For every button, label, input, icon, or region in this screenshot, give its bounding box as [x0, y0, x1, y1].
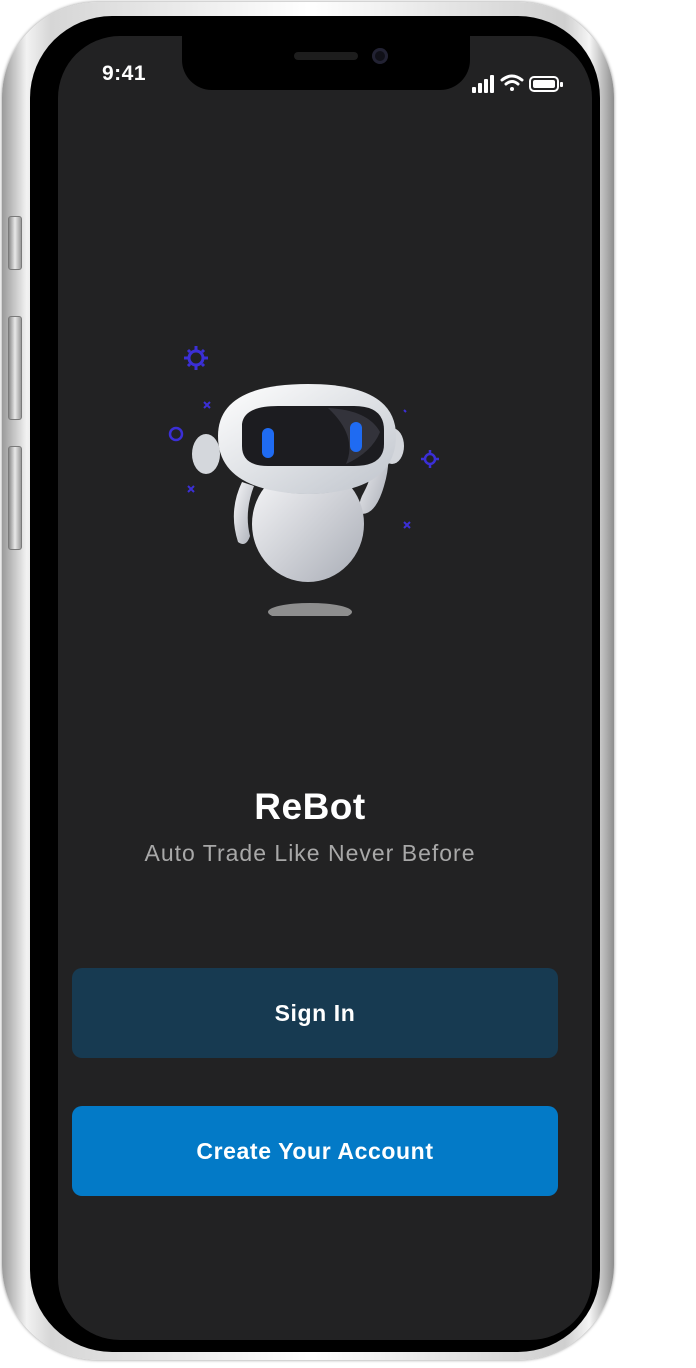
sign-in-button[interactable]: Sign In [72, 968, 558, 1058]
robot-illustration [168, 346, 439, 616]
gear-icon [421, 450, 439, 468]
ring-icon [168, 426, 184, 442]
volume-up-button [8, 316, 22, 420]
wifi-icon [500, 74, 524, 91]
battery-icon [529, 76, 563, 92]
create-account-button-label: Create Your Account [196, 1137, 434, 1164]
camera-icon [372, 48, 388, 64]
earpiece-speaker [294, 52, 358, 60]
robot-head [192, 384, 404, 494]
app-title: ReBot [254, 786, 366, 827]
cellular-signal-icon [472, 75, 494, 93]
volume-down-button [8, 446, 22, 550]
app-screen: 9:41 ReBot Auto Trade Like Never Before … [58, 36, 592, 1340]
status-time: 9:41 [102, 62, 147, 85]
mute-switch [8, 216, 22, 270]
app-tagline: Auto Trade Like Never Before [144, 840, 476, 866]
robot-arm-left [233, 482, 254, 544]
robot-eye-right [350, 422, 362, 452]
gear-icon [184, 346, 208, 370]
robot-shadow [268, 603, 352, 616]
sign-in-button-label: Sign In [274, 999, 356, 1026]
notch [182, 36, 470, 90]
status-icons [472, 74, 563, 93]
create-account-button[interactable]: Create Your Account [72, 1106, 558, 1196]
robot-eye-left [262, 428, 274, 458]
